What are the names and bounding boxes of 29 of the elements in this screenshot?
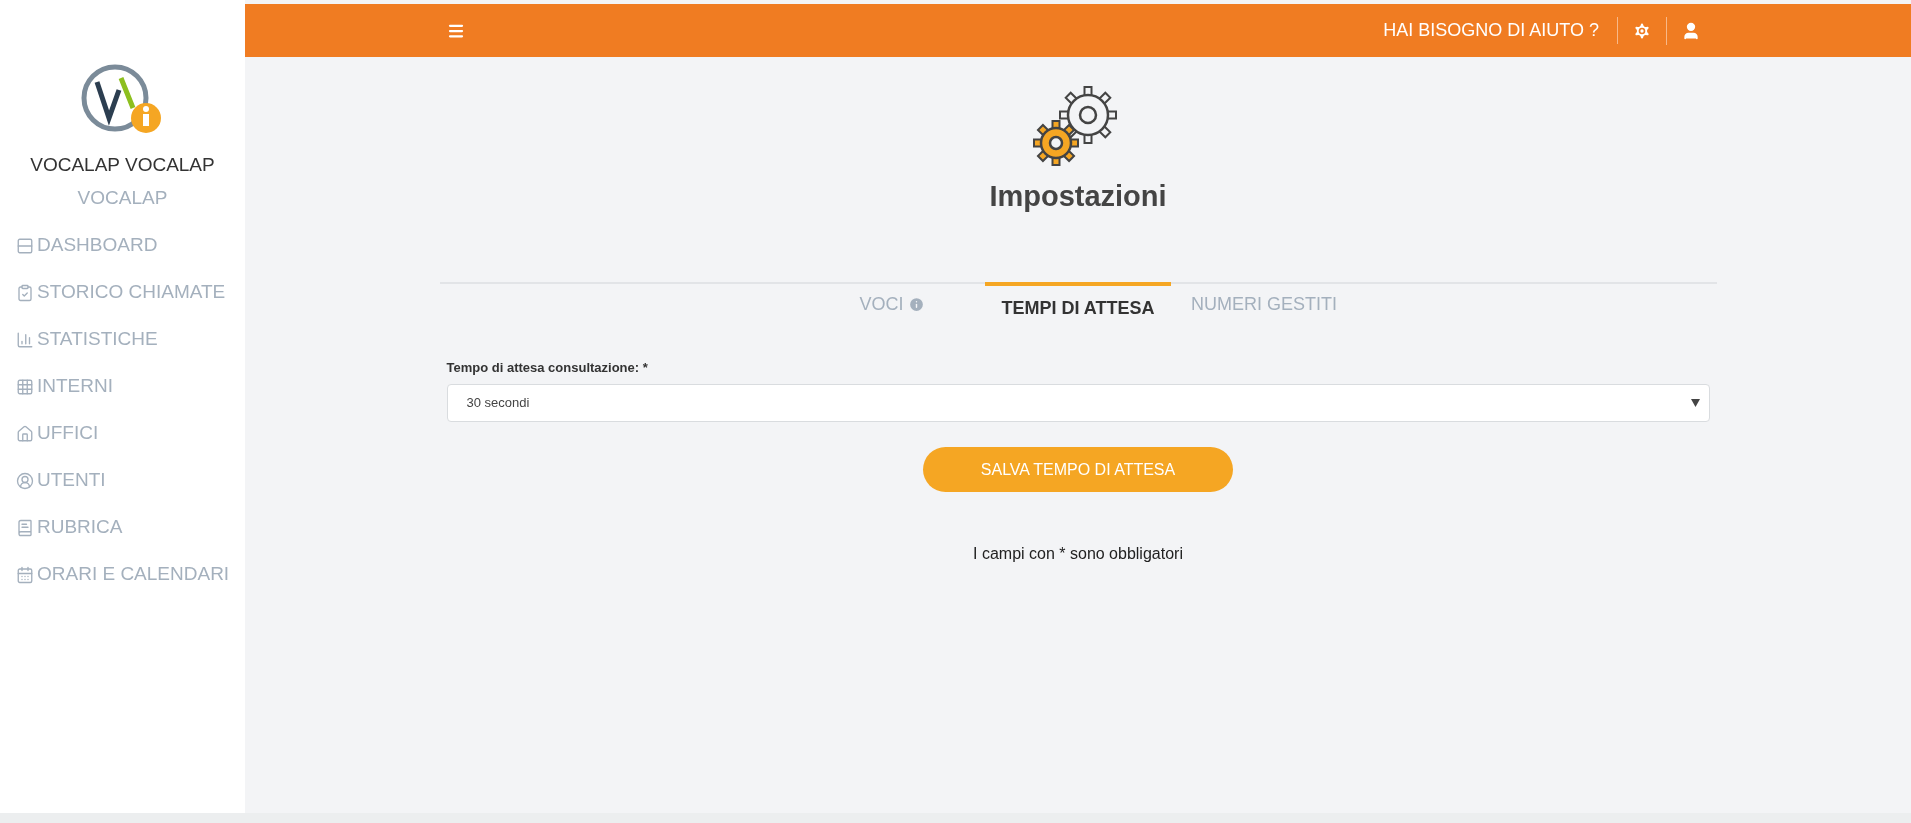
bar-chart-icon — [16, 330, 34, 349]
caret-icon — [1690, 399, 1700, 407]
sidebar-item[interactable]: DASHBOARD — [16, 231, 245, 260]
stacked-rows-icon — [16, 236, 34, 255]
address-book-icon — [16, 518, 34, 537]
company-name: VOCALAP — [77, 185, 168, 210]
house-icon — [16, 424, 34, 443]
user-circle-icon — [16, 471, 34, 490]
info-icon — [907, 296, 925, 313]
sidebar-item[interactable]: UFFICI — [16, 419, 245, 448]
sidebar-item[interactable]: RUBRICA — [16, 513, 245, 542]
sidebar-item[interactable]: UTENTI — [16, 466, 245, 495]
page-title: Impostazioni — [989, 179, 1167, 214]
tab[interactable]: VOCI — [799, 281, 985, 324]
save-button[interactable]: SALVA TEMPO DI ATTESA — [923, 447, 1233, 492]
help-link[interactable]: HAI BISOGNO DI AIUTO ? — [1383, 17, 1618, 44]
user-name: VOCALAP VOCALAP — [30, 153, 215, 177]
required-note: I campi con * sono obbligatori — [973, 544, 1183, 564]
tab[interactable]: TEMPI DI ATTESA — [985, 281, 1171, 324]
wait-time-select[interactable]: 30 secondi — [446, 384, 1710, 422]
clipboard-icon — [16, 283, 34, 302]
sidebar-item[interactable]: ORARI E CALENDARI — [16, 560, 245, 589]
grid-icon — [16, 377, 34, 396]
sidebar-item[interactable]: STORICO CHIAMATE — [16, 278, 245, 307]
calendar-icon — [16, 565, 34, 584]
sidebar-item[interactable]: STATISTICHE — [16, 325, 245, 354]
sidebar-item[interactable]: INTERNI — [16, 372, 245, 401]
tab[interactable]: NUMERI GESTITI — [1171, 281, 1357, 324]
field-label: Tempo di attesa consultazione: * — [446, 358, 649, 377]
